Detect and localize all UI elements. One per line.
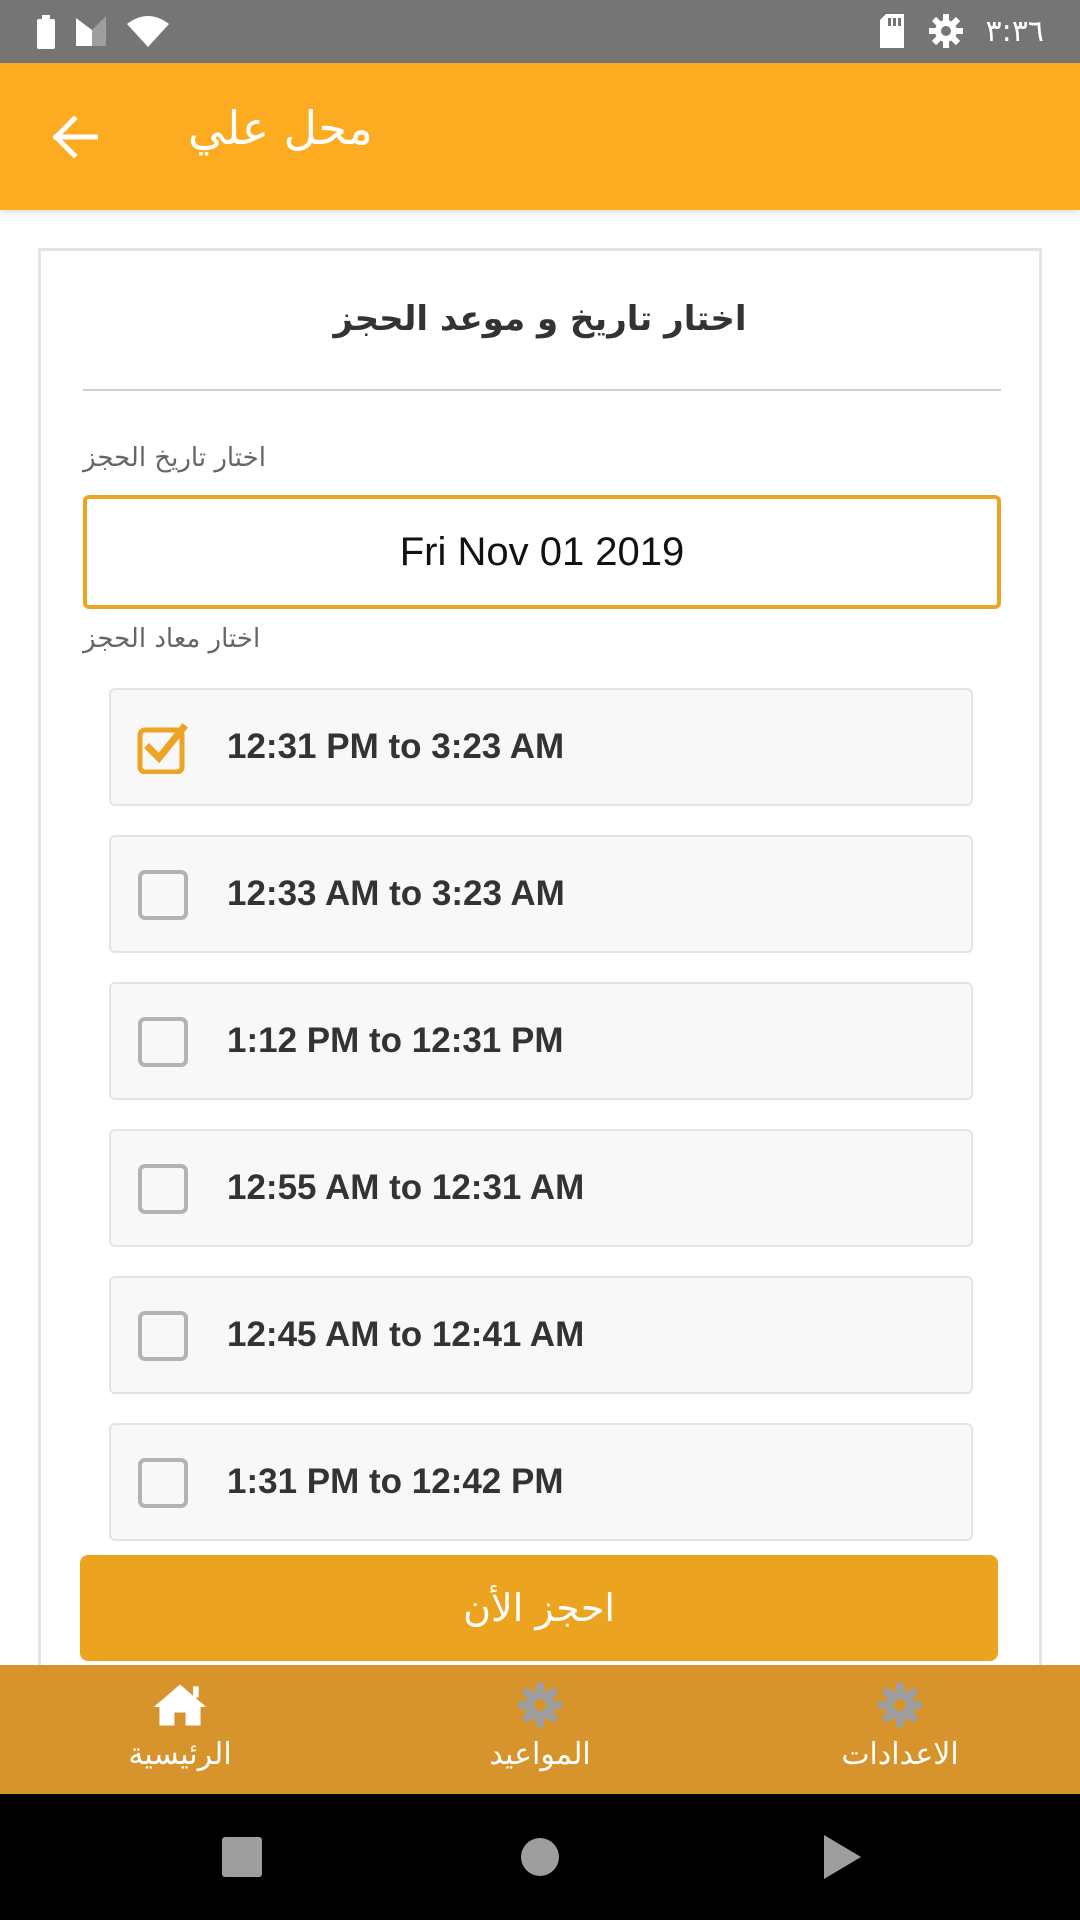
gear-icon <box>518 1683 562 1727</box>
back-nav-button[interactable] <box>817 1832 867 1882</box>
time-slot[interactable]: 1:31 PM to 12:42 PM <box>109 1423 973 1541</box>
triangle-icon <box>824 1835 861 1879</box>
wifi-icon <box>127 16 169 47</box>
square-icon <box>222 1837 262 1877</box>
time-slot[interactable]: 12:31 PM to 3:23 AM <box>109 688 973 806</box>
nav-item-appointments[interactable]: المواعيد <box>420 1665 660 1794</box>
nav-item-settings[interactable]: الاعدادات <box>780 1665 1020 1794</box>
status-time: ٣:٣٦ <box>985 13 1044 49</box>
nav-label: الاعدادات <box>841 1737 959 1772</box>
date-value: Fri Nov 01 2019 <box>399 529 685 574</box>
nav-label: المواعيد <box>489 1737 591 1772</box>
nav-label: الرئيسية <box>128 1737 232 1772</box>
back-button[interactable] <box>44 107 104 167</box>
date-input[interactable]: Fri Nov 01 2019 <box>83 495 1001 609</box>
checkbox-icon[interactable] <box>137 1310 189 1362</box>
status-right-icons: ٣:٣٦ <box>878 10 1044 52</box>
sd-card-icon <box>879 14 904 48</box>
circle-icon <box>521 1838 559 1876</box>
time-slot[interactable]: 12:45 AM to 12:41 AM <box>109 1276 973 1394</box>
time-slot-label: 1:12 PM to 12:31 PM <box>227 1021 564 1060</box>
checkbox-icon[interactable] <box>137 869 189 921</box>
time-slot-label: 12:33 AM to 3:23 AM <box>227 874 565 913</box>
time-slot-label: 1:31 PM to 12:42 PM <box>227 1462 564 1501</box>
time-slot[interactable]: 12:33 AM to 3:23 AM <box>109 835 973 953</box>
book-now-button[interactable]: احجز الأن <box>80 1555 998 1661</box>
battery-icon <box>37 15 55 49</box>
divider <box>83 389 1001 391</box>
system-nav-bar <box>0 1794 1080 1920</box>
time-slot[interactable]: 12:55 AM to 12:31 AM <box>109 1129 973 1247</box>
time-slot-label: 12:45 AM to 12:41 AM <box>227 1315 585 1354</box>
gear-icon <box>878 1683 922 1727</box>
time-label: اختار معاد الحجز <box>83 624 261 654</box>
booking-card: اختار تاريخ و موعد الحجز اختار تاريخ الح… <box>38 248 1042 1668</box>
home-icon <box>153 1684 207 1726</box>
time-slot[interactable]: 1:12 PM to 12:31 PM <box>109 982 973 1100</box>
recents-button[interactable] <box>217 1832 267 1882</box>
home-button[interactable] <box>515 1832 565 1882</box>
nav-item-home[interactable]: الرئيسية <box>60 1665 300 1794</box>
checkbox-checked-icon[interactable] <box>137 722 189 774</box>
signal-icon <box>76 16 106 46</box>
date-label: اختار تاريخ الحجز <box>83 443 266 473</box>
arrow-left-icon <box>52 115 98 159</box>
status-bar: ٣:٣٦ <box>0 0 1080 63</box>
checkbox-icon[interactable] <box>137 1163 189 1215</box>
checkbox-icon[interactable] <box>137 1457 189 1509</box>
bottom-nav: الرئيسية المواعيد الاعدادات <box>0 1665 1080 1794</box>
app-bar: محل علي <box>0 63 1080 210</box>
settings-icon <box>928 14 963 48</box>
booking-heading: اختار تاريخ و موعد الحجز <box>333 299 747 339</box>
time-slot-label: 12:55 AM to 12:31 AM <box>227 1168 585 1207</box>
checkbox-icon[interactable] <box>137 1016 189 1068</box>
app-title: محل علي <box>188 101 373 155</box>
time-slot-label: 12:31 PM to 3:23 AM <box>227 727 565 766</box>
status-left-icons <box>36 14 170 50</box>
